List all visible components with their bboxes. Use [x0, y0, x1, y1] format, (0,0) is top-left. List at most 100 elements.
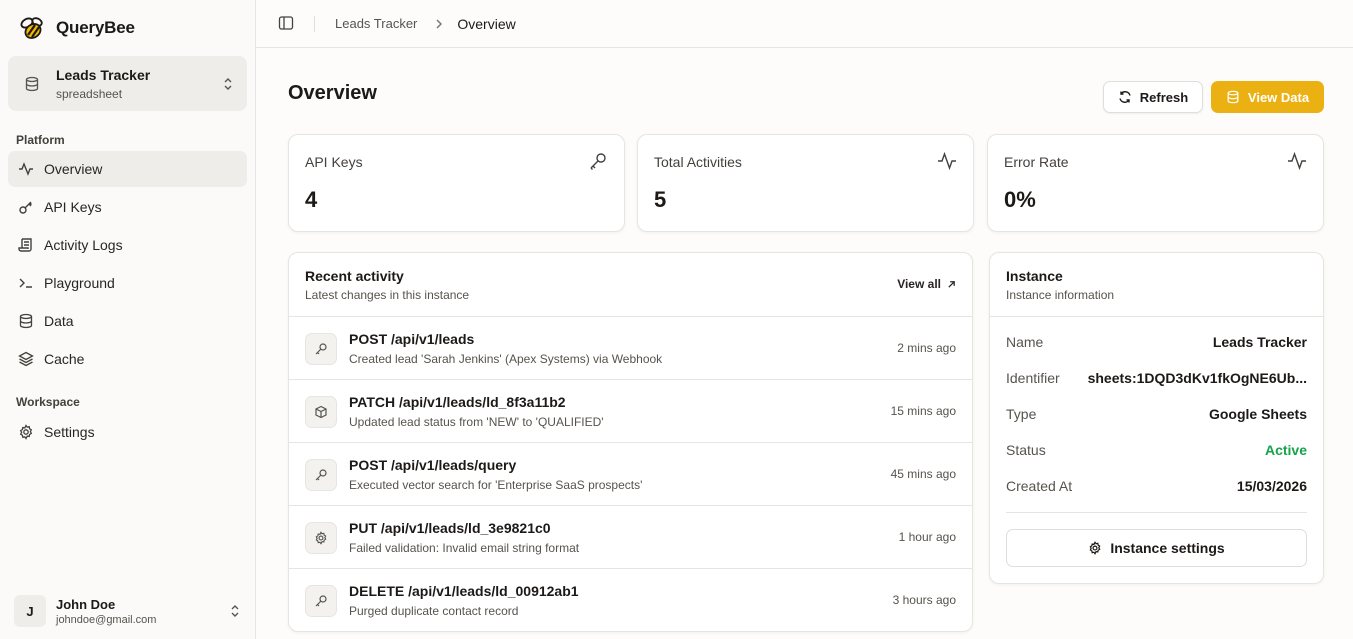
activity-title: PUT /api/v1/leads/ld_3e9821c0 [349, 520, 551, 536]
activity-icon [18, 161, 34, 177]
breadcrumb-current: Overview [457, 15, 516, 32]
stat-value: 0% [1004, 187, 1036, 212]
activity-row[interactable]: PUT /api/v1/leads/ld_3e9821c0 Failed val… [289, 506, 972, 569]
layers-icon [18, 351, 34, 367]
activity-time: 15 mins ago [890, 404, 956, 418]
view-data-button[interactable]: View Data [1211, 81, 1324, 113]
field-key: Created At [1006, 478, 1073, 494]
sidebar-item-activity-logs[interactable]: Activity Logs [8, 227, 247, 263]
terminal-icon [18, 275, 34, 291]
gear-icon [1088, 541, 1102, 555]
stat-card-api-keys: API Keys 4 [288, 134, 625, 232]
sidebar-item-label: Settings [44, 424, 95, 440]
activity-row[interactable]: PATCH /api/v1/leads/ld_8f3a11b2 Updated … [289, 380, 972, 443]
stat-label: Error Rate [1004, 154, 1069, 170]
recent-activity-card: Recent activity Latest changes in this i… [288, 252, 973, 632]
sidebar-toggle-icon[interactable] [278, 15, 296, 33]
divider [1006, 512, 1307, 513]
field-key: Status [1006, 442, 1046, 458]
card-subtitle: Latest changes in this instance [305, 288, 470, 302]
activity-title: POST /api/v1/leads [349, 331, 475, 347]
field-value: Google Sheets [1208, 406, 1307, 422]
stat-card-error-rate: Error Rate 0% [987, 134, 1324, 232]
card-header: Instance Instance information [990, 253, 1323, 317]
platform-nav: Overview API Keys Activity Logs Playgrou… [8, 151, 247, 379]
activity-title: PATCH /api/v1/leads/ld_8f3a11b2 [349, 394, 566, 410]
activity-icon [937, 151, 957, 171]
card-subtitle: Instance information [1006, 288, 1115, 302]
page-title: Overview [288, 82, 377, 104]
platform-group-label: Platform [16, 133, 65, 147]
stat-value: 5 [654, 187, 667, 212]
instance-field-status: Status Active [1006, 440, 1307, 460]
activity-description: Failed validation: Invalid email string … [349, 541, 580, 555]
key-icon [305, 585, 337, 617]
field-value: Leads Tracker [1212, 334, 1307, 350]
sidebar-item-label: Cache [44, 351, 85, 367]
chevrons-up-down-icon [221, 77, 235, 91]
sidebar-item-api-keys[interactable]: API Keys [8, 189, 247, 225]
avatar: J [14, 595, 46, 627]
sidebar-item-label: Overview [44, 161, 103, 177]
sidebar-item-playground[interactable]: Playground [8, 265, 247, 301]
sidebar-item-data[interactable]: Data [8, 303, 247, 339]
key-icon [305, 459, 337, 491]
activity-row[interactable]: POST /api/v1/leads/query Executed vector… [289, 443, 972, 506]
activity-row[interactable]: DELETE /api/v1/leads/ld_00912ab1 Purged … [289, 569, 972, 631]
activity-icon [1287, 151, 1307, 171]
activity-time: 3 hours ago [892, 593, 956, 607]
stat-card-total-activities: Total Activities 5 [637, 134, 974, 232]
arrow-up-right-icon [947, 280, 956, 289]
stat-value: 4 [305, 187, 318, 212]
card-header: Recent activity Latest changes in this i… [289, 253, 972, 317]
refresh-button[interactable]: Refresh [1103, 81, 1203, 113]
instance-settings-button[interactable]: Instance settings [1006, 529, 1307, 567]
field-key: Name [1006, 334, 1044, 350]
key-icon [18, 199, 34, 215]
refresh-icon [1118, 90, 1132, 104]
chevrons-up-down-icon [228, 604, 242, 618]
instance-card: Instance Instance information Name Leads… [989, 252, 1324, 584]
topbar: Leads Tracker Overview [256, 0, 1353, 48]
breadcrumb-parent[interactable]: Leads Tracker [335, 16, 417, 31]
instance-switcher[interactable]: Leads Tracker spreadsheet [8, 56, 247, 111]
instance-settings-label: Instance settings [1110, 540, 1225, 556]
database-icon [20, 72, 44, 96]
brand[interactable]: QueryBee [18, 14, 135, 42]
sidebar-item-label: Activity Logs [44, 237, 123, 253]
sidebar-item-label: Data [44, 313, 74, 329]
activity-row[interactable]: POST /api/v1/leads Created lead 'Sarah J… [289, 317, 972, 380]
sidebar: QueryBee Leads Tracker spreadsheet Platf… [0, 0, 256, 639]
sidebar-item-label: API Keys [44, 199, 102, 215]
switcher-subtitle: spreadsheet [56, 86, 123, 101]
status-badge: Active [1264, 442, 1307, 458]
view-all-link[interactable]: View all [897, 277, 956, 291]
brand-name: QueryBee [56, 18, 135, 37]
user-name: John Doe [56, 596, 116, 612]
bee-logo-icon [18, 14, 46, 42]
sidebar-item-cache[interactable]: Cache [8, 341, 247, 377]
box-icon [305, 396, 337, 428]
divider [314, 15, 315, 32]
workspace-group-label: Workspace [16, 395, 80, 409]
instance-field-type: Type Google Sheets [1006, 404, 1307, 424]
activity-title: DELETE /api/v1/leads/ld_00912ab1 [349, 583, 579, 599]
user-email: johndoe@gmail.com [56, 613, 157, 626]
user-menu[interactable]: J John Doe johndoe@gmail.com [14, 594, 242, 628]
gear-icon [305, 522, 337, 554]
field-key: Identifier [1006, 370, 1060, 386]
activity-description: Created lead 'Sarah Jenkins' (Apex Syste… [349, 352, 663, 366]
activity-description: Executed vector search for 'Enterprise S… [349, 478, 643, 492]
activity-time: 45 mins ago [890, 467, 956, 481]
field-key: Type [1006, 406, 1037, 422]
instance-field-identifier: Identifier sheets:1DQD3dKv1fkOgNE6Ub... [1006, 368, 1307, 388]
key-icon [588, 151, 608, 171]
main-content: Leads Tracker Overview Overview Refresh … [256, 0, 1353, 639]
instance-field-created-at: Created At 15/03/2026 [1006, 476, 1307, 496]
field-value: 15/03/2026 [1236, 478, 1307, 494]
stat-label: Total Activities [654, 154, 742, 170]
sidebar-item-overview[interactable]: Overview [8, 151, 247, 187]
sidebar-item-settings[interactable]: Settings [8, 414, 247, 450]
field-value: sheets:1DQD3dKv1fkOgNE6Ub... [1087, 370, 1307, 386]
card-title: Recent activity [305, 268, 404, 284]
